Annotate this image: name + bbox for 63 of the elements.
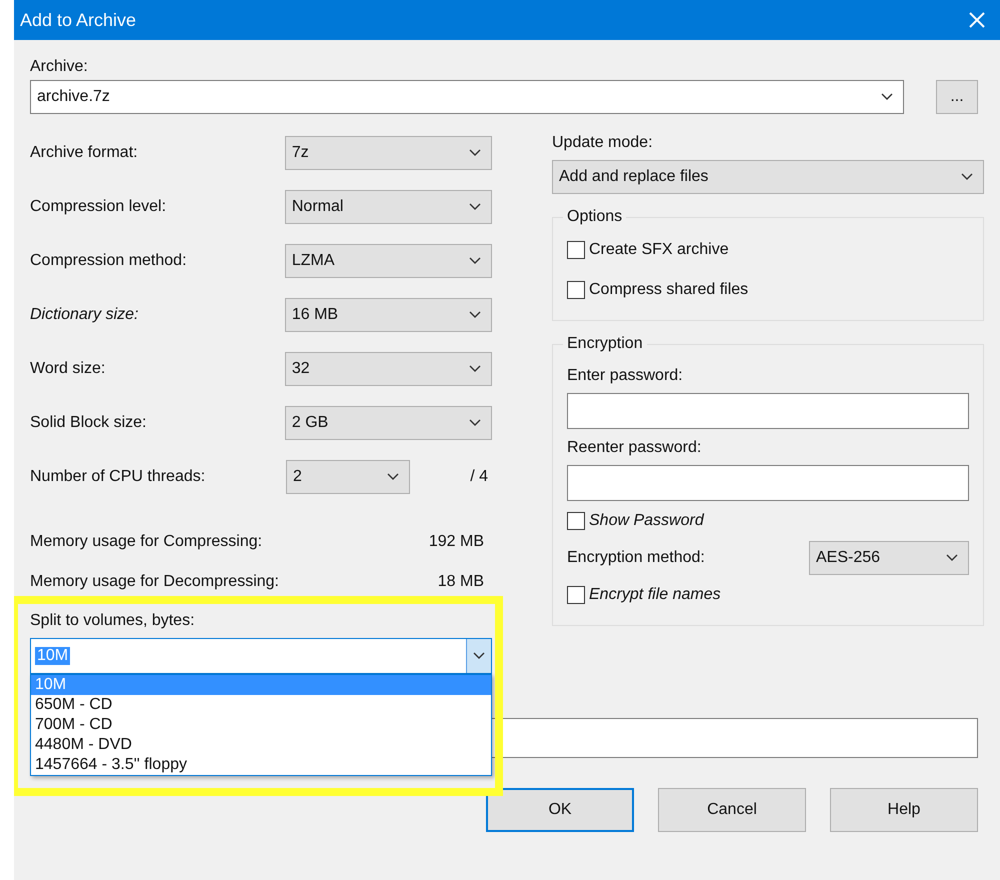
chevron-icon xyxy=(469,419,481,427)
checkbox[interactable]: Show Password xyxy=(567,501,969,541)
checkbox-box[interactable] xyxy=(567,281,585,299)
group-title: Encryption xyxy=(566,335,644,353)
update-mode-label: Update mode: xyxy=(552,134,654,152)
setting-label: Dictionary size: xyxy=(30,306,140,324)
memory-label: Memory usage for Decompressing: xyxy=(30,573,279,591)
dialog-button[interactable]: Cancel xyxy=(658,788,806,832)
dropdown-option[interactable]: 700M - CD xyxy=(31,715,491,735)
chevron-icon xyxy=(387,473,399,481)
checkbox-box[interactable] xyxy=(567,586,585,604)
checkbox[interactable]: Compress shared files xyxy=(567,270,969,310)
dropdown-option[interactable]: 650M - CD xyxy=(31,695,491,715)
selected-text: 10M xyxy=(35,647,70,665)
dialog-button[interactable]: Help xyxy=(830,788,978,832)
setting-label: Solid Block size: xyxy=(30,414,148,432)
chevron-icon xyxy=(473,652,485,660)
memory-value: 192 MB xyxy=(428,533,484,551)
threads-label: Number of CPU threads: xyxy=(30,468,206,486)
chevron-icon xyxy=(946,554,958,562)
setting-label: Compression method: xyxy=(30,252,188,270)
enter-password-label: Enter password: xyxy=(567,367,684,385)
chevron-icon xyxy=(469,257,481,265)
window-title: Add to Archive xyxy=(20,10,136,30)
memory-value: 18 MB xyxy=(438,573,484,591)
dropdown-toggle[interactable] xyxy=(466,639,491,673)
group-title: Options xyxy=(566,208,624,226)
dropdown[interactable]: LZMA xyxy=(284,244,492,278)
browse-button[interactable]: ... xyxy=(936,80,978,114)
chevron-icon xyxy=(469,203,481,211)
setting-label: Archive format: xyxy=(30,144,139,162)
setting-label: Word size: xyxy=(30,360,106,378)
checkbox-box[interactable] xyxy=(567,512,585,530)
password-field[interactable] xyxy=(567,465,969,501)
checkbox-box[interactable] xyxy=(567,241,585,259)
chevron-icon xyxy=(469,311,481,319)
threads-max: / 4 xyxy=(470,468,488,486)
split-label: Split to volumes, bytes: xyxy=(30,612,196,630)
update-mode-dropdown[interactable]: Add and replace files xyxy=(552,160,984,194)
reenter-password-label: Reenter password: xyxy=(567,439,702,457)
chevron-icon xyxy=(961,173,973,181)
close-icon[interactable] xyxy=(968,11,986,29)
dialog-button[interactable]: OK xyxy=(486,788,634,832)
chevron-icon xyxy=(881,93,893,101)
memory-label: Memory usage for Compressing: xyxy=(30,533,262,551)
password-field[interactable] xyxy=(567,393,969,429)
archive-label: Archive: xyxy=(30,58,89,76)
dropdown-option[interactable]: 1457664 - 3.5'' floppy xyxy=(31,755,491,775)
checkbox[interactable]: Create SFX archive xyxy=(567,230,969,270)
dropdown[interactable]: 7z xyxy=(284,136,492,170)
dropdown-option[interactable]: 4480M - DVD xyxy=(31,735,491,755)
encryption-method-label: Encryption method: xyxy=(567,549,705,567)
chevron-icon xyxy=(469,365,481,373)
dropdown[interactable]: 16 MB xyxy=(284,298,492,332)
dropdown[interactable]: 32 xyxy=(284,352,492,386)
dropdown[interactable]: Normal xyxy=(284,190,492,224)
dropdown[interactable]: 2 GB xyxy=(284,406,492,440)
setting-label: Compression level: xyxy=(30,198,168,216)
checkbox[interactable]: Encrypt file names xyxy=(567,575,969,615)
chevron-icon xyxy=(469,149,481,157)
threads-dropdown[interactable]: 2 xyxy=(286,460,410,494)
archive-combo[interactable]: archive.7z xyxy=(30,80,904,114)
encryption-method-dropdown[interactable]: AES-256 xyxy=(809,541,969,575)
